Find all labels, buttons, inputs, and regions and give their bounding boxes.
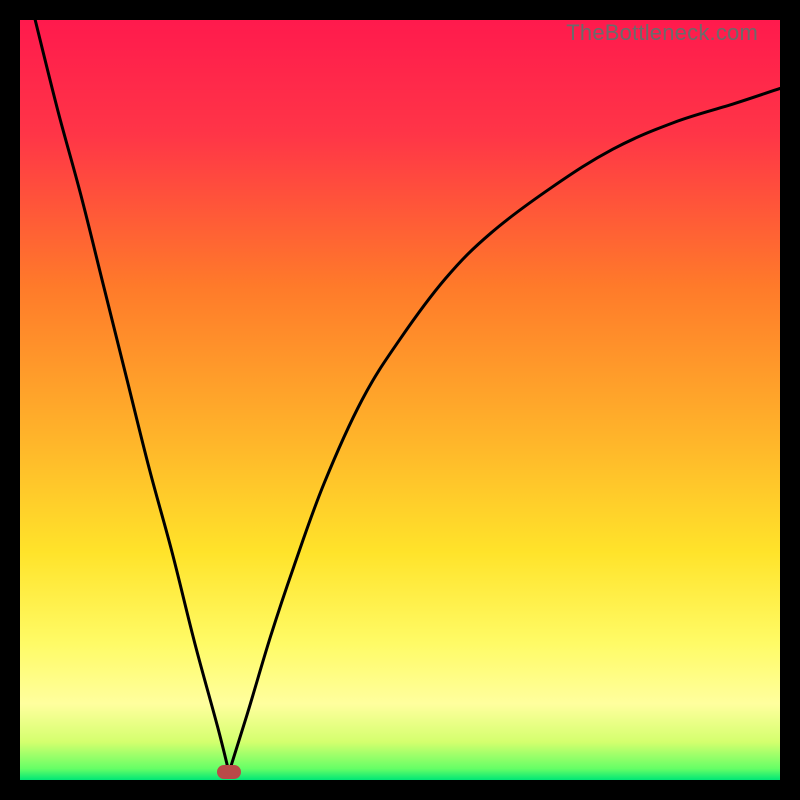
- optimal-point-marker: [217, 765, 241, 779]
- chart-frame: TheBottleneck.com: [20, 20, 780, 780]
- curve-layer: [20, 20, 780, 780]
- bottleneck-curve-right: [229, 88, 780, 772]
- bottleneck-curve-left: [35, 20, 229, 772]
- watermark-text: TheBottleneck.com: [566, 20, 758, 46]
